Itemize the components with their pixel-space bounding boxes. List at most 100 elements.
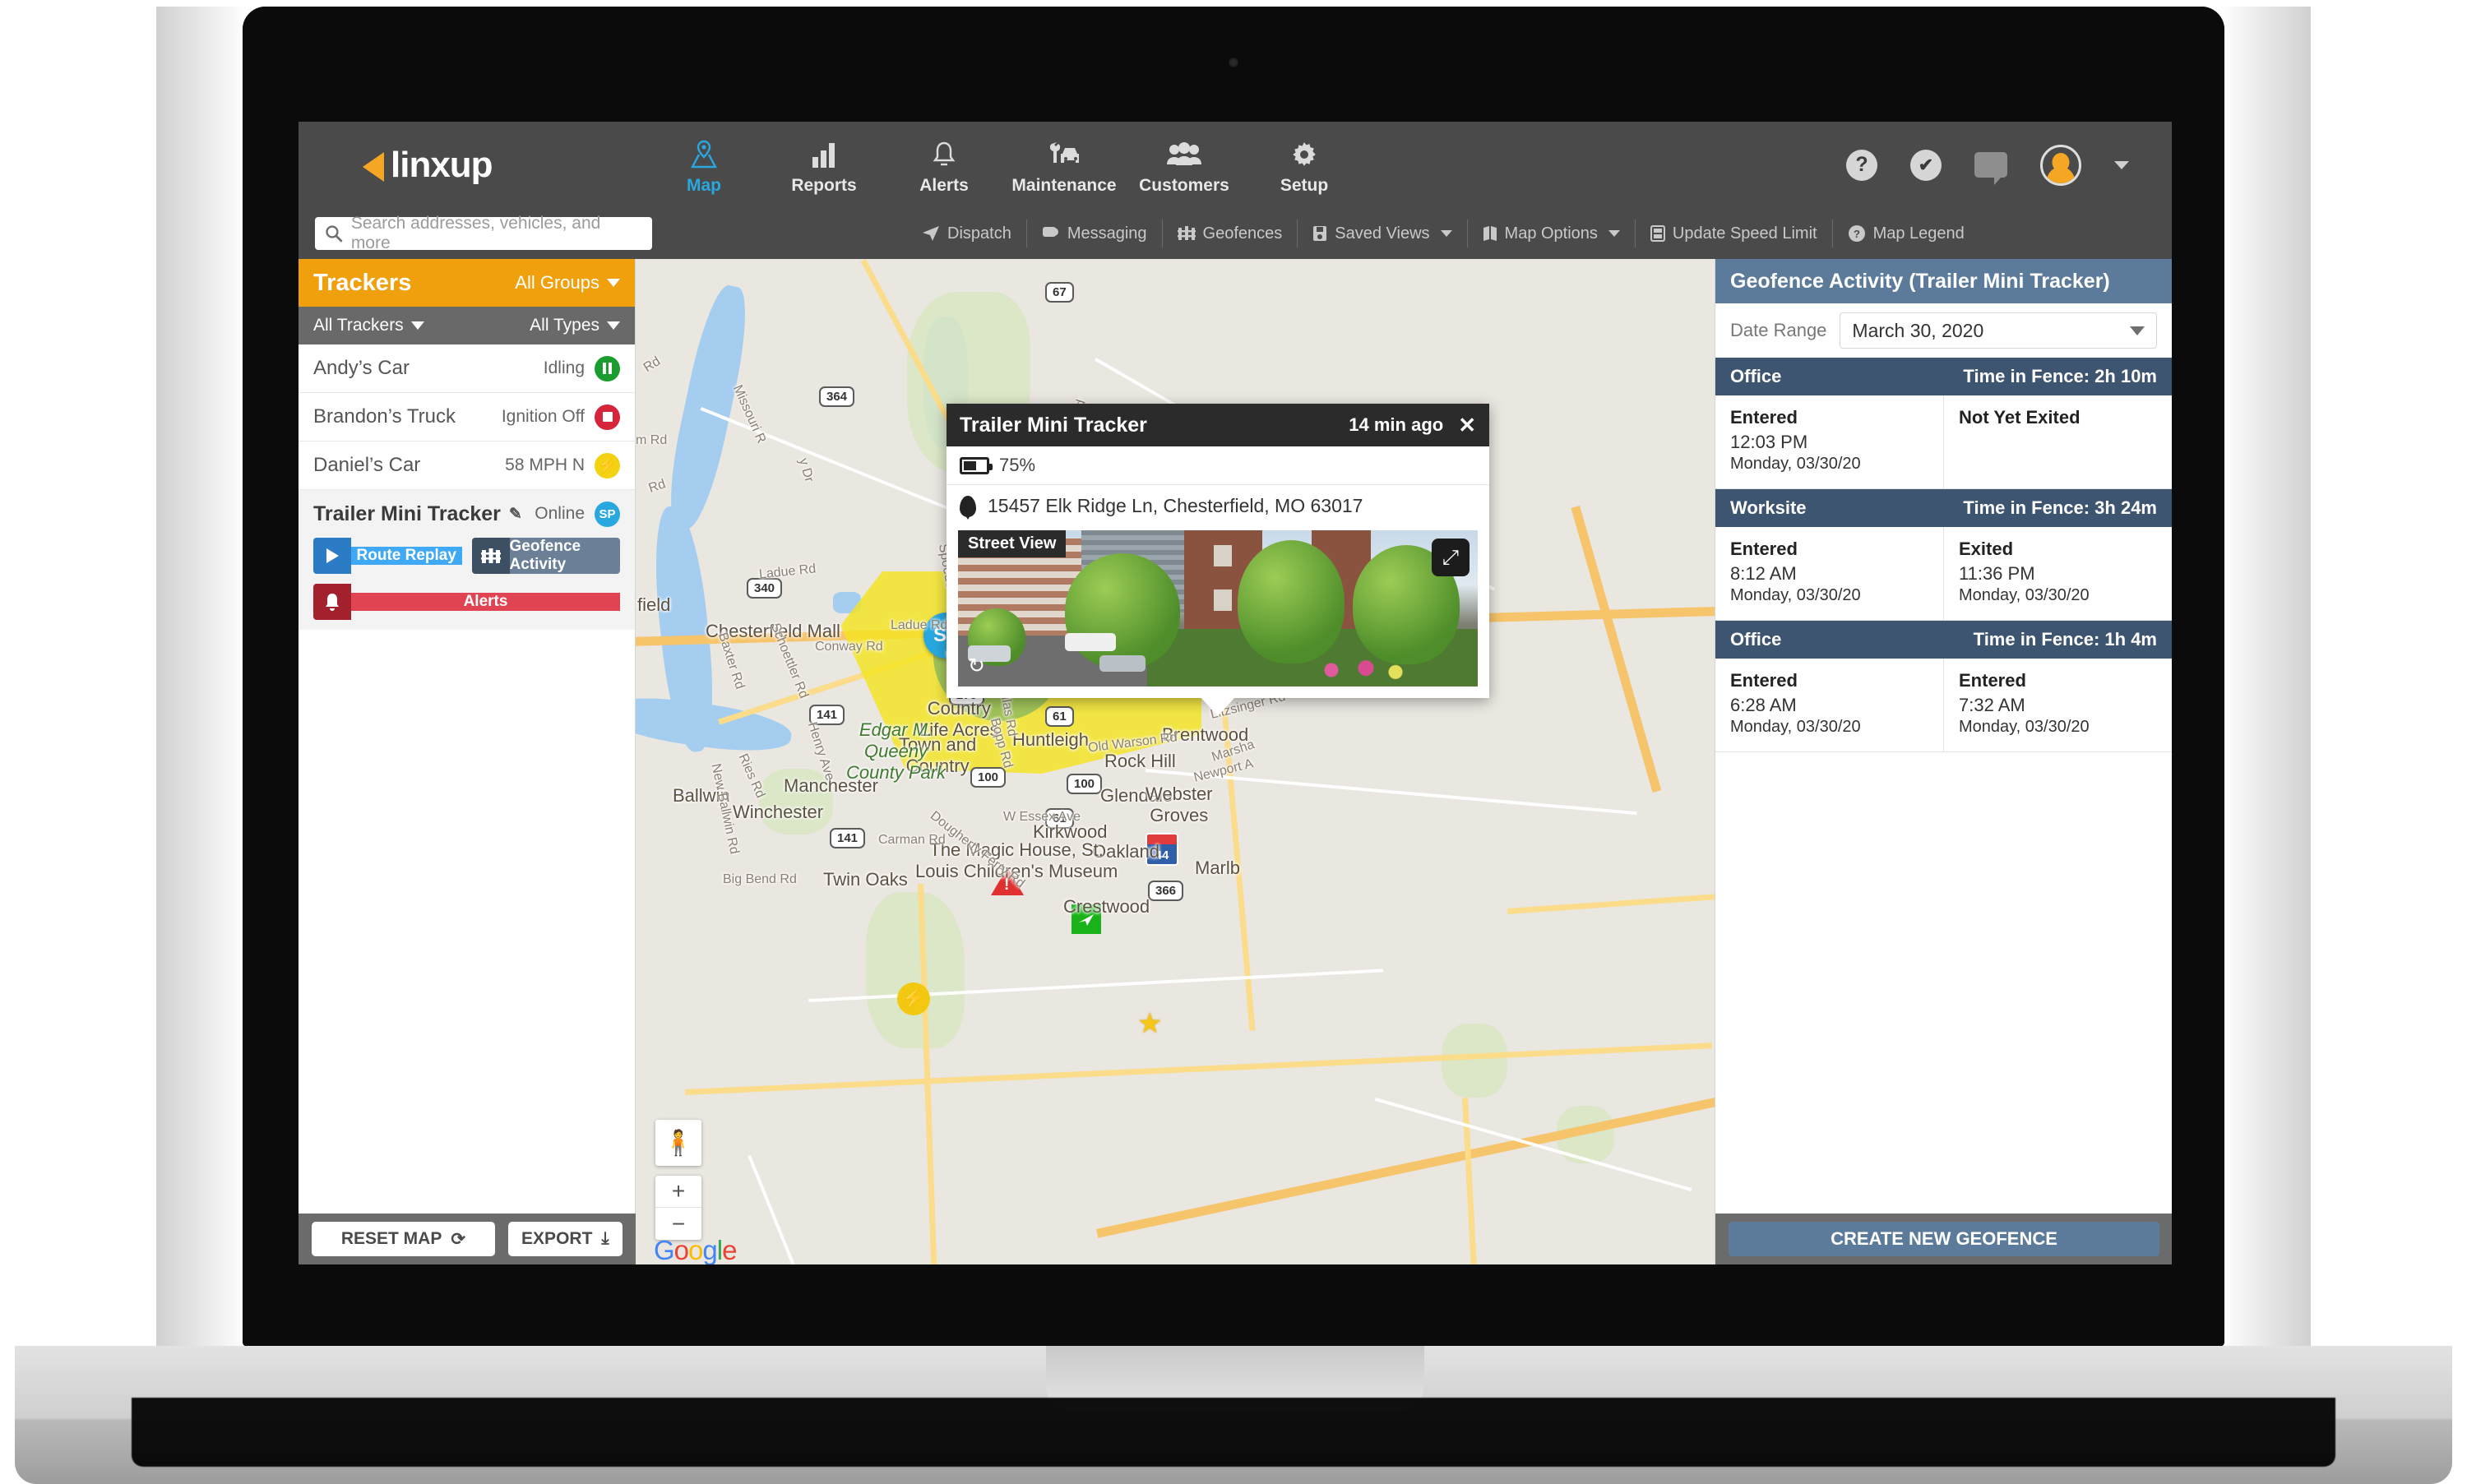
nav-item-reports-label: Reports (791, 175, 857, 195)
all-groups-dropdown[interactable]: All Groups (515, 272, 620, 294)
status-badge-idling (595, 355, 620, 381)
fence-name: Office (1730, 366, 1782, 386)
highway-shield-67: 67 (1045, 282, 1074, 303)
tool-messaging-label: Messaging (1067, 224, 1147, 243)
search-input[interactable]: Search addresses, vehicles, and more (315, 214, 652, 252)
zoom-controls[interactable]: + − (655, 1176, 701, 1240)
selected-tracker-status: Online (535, 504, 585, 523)
tool-geofences[interactable]: Geofences (1163, 220, 1298, 247)
fence-entry-cell: Entered 8:12 AM Monday, 03/30/20 (1715, 527, 1944, 620)
fence-entry-time: 6:28 AM (1730, 695, 1797, 715)
popup-address: 15457 Elk Ridge Ln, Chesterfield, MO 630… (988, 495, 1363, 516)
geofence-activity-button[interactable]: Geofence Activity (471, 538, 620, 574)
tool-messaging[interactable]: Messaging (1027, 220, 1163, 247)
list-item[interactable]: Andy’s Car Idling (299, 344, 635, 393)
top-navigation-bar: linxup Map Reports Alerts Maintenance Cu… (299, 122, 2172, 208)
nav-item-setup[interactable]: Setup (1244, 135, 1364, 196)
map-road-label-ladue-rd-2: Ladue Rd (891, 618, 948, 632)
tool-map-options[interactable]: Map Options (1468, 220, 1636, 247)
tracker-info-popup: Trailer Mini Tracker 14 min ago ✕ 75% 15… (947, 404, 1489, 716)
chevron-down-icon (607, 321, 620, 330)
tool-update-speed-limit[interactable]: Update Speed Limit (1636, 220, 1833, 247)
geofence-panel-header: Geofence Activity (Trailer Mini Tracker) (1715, 259, 2172, 303)
avatar[interactable] (2040, 144, 2081, 186)
help-icon[interactable]: ? (1846, 149, 1877, 181)
fence-entry-title: Entered (1730, 670, 1798, 691)
status-badge-online: SP (595, 501, 620, 527)
search-icon (326, 225, 343, 243)
map-label-crestwood: Crestwood (1063, 896, 1150, 917)
nav-item-map[interactable]: Map (644, 135, 764, 196)
app-screen: linxup Map Reports Alerts Maintenance Cu… (299, 122, 2172, 1264)
brand-logo[interactable]: linxup (363, 145, 634, 186)
zoom-in-button[interactable]: + (655, 1176, 701, 1208)
street-view-thumbnail[interactable]: Street View ⤢ ↻ (958, 530, 1478, 687)
pegman-icon[interactable]: 🧍 (655, 1120, 701, 1166)
star-marker-icon[interactable]: ★ (1137, 1007, 1162, 1040)
map-label-huntleigh: Huntleigh (1012, 729, 1089, 750)
fence-entry-date: Monday, 03/30/20 (1730, 718, 1861, 736)
geofence-panel-title: Geofence Activity (Trailer Mini Tracker) (1730, 269, 2110, 293)
chevron-down-icon (410, 321, 424, 330)
tool-dispatch-label: Dispatch (947, 224, 1011, 243)
selected-tracker-row[interactable]: Trailer Mini Tracker ✎ Online SP (299, 490, 635, 538)
map-park-generic-3 (1442, 1024, 1507, 1098)
geofence-panel-footer: CREATE NEW GEOFENCE (1715, 1214, 2172, 1264)
all-trackers-dropdown[interactable]: All Trackers (313, 316, 424, 335)
help-glyph: ? (1855, 153, 1868, 176)
list-item[interactable]: Daniel’s Car 58 MPH N ⚡ (299, 442, 635, 490)
chevron-down-icon (2130, 326, 2145, 335)
chevron-down-icon[interactable] (2114, 160, 2129, 169)
nav-item-maintenance[interactable]: Maintenance (1004, 135, 1124, 196)
reset-map-button[interactable]: RESET MAP ⟳ (312, 1222, 495, 1256)
tracker-status: Ignition Off (501, 407, 585, 426)
date-range-select[interactable]: March 30, 2020 (1840, 312, 2157, 349)
map-label-marlborough: Marlb (1195, 858, 1241, 878)
tracker-name: Andy’s Car (313, 357, 410, 379)
fence-time-in: Time in Fence: 1h 4m (1973, 629, 2157, 650)
list-item[interactable]: Brandon’s Truck Ignition Off (299, 393, 635, 442)
sv-flowers (1312, 660, 1410, 680)
route-replay-button[interactable]: Route Replay (313, 538, 462, 574)
fence-exit-date: Monday, 03/30/20 (1959, 718, 2090, 736)
tool-map-legend[interactable]: ? Map Legend (1833, 220, 1979, 247)
map-canvas[interactable]: SP ⚡ ★ 364 340 67 170 64 270 141 141 100… (636, 259, 1715, 1264)
map-fold-icon (1483, 225, 1497, 242)
search-placeholder: Search addresses, vehicles, and more (350, 214, 601, 252)
close-icon[interactable]: ✕ (1458, 413, 1476, 438)
map-label-queeny-park: Edgar M. Queeny County Park (846, 719, 947, 783)
map-park-queeny (866, 892, 965, 1048)
pegman-compass-icon[interactable]: ↻ (968, 654, 985, 678)
alerts-button[interactable]: Alerts (313, 584, 620, 620)
avatar-body (2047, 166, 2075, 183)
nav-item-reports[interactable]: Reports (764, 135, 884, 196)
create-new-geofence-button[interactable]: CREATE NEW GEOFENCE (1729, 1222, 2159, 1256)
fence-entry-time: 8:12 AM (1730, 563, 1797, 584)
check-icon[interactable]: ✔ (1910, 149, 1942, 181)
fence-icon (1177, 225, 1196, 242)
tool-update-speed-limit-label: Update Speed Limit (1672, 224, 1817, 243)
nav-item-customers[interactable]: Customers (1124, 135, 1244, 196)
nav-item-alerts[interactable]: Alerts (884, 135, 1004, 196)
fence-exit-cell: Not Yet Exited (1944, 395, 2172, 488)
pencil-icon[interactable]: ✎ (509, 505, 522, 524)
all-types-dropdown[interactable]: All Types (530, 316, 620, 335)
fence-exit-title: Entered (1959, 670, 2026, 691)
battery-percent: 75% (999, 455, 1036, 475)
tool-saved-views[interactable]: Saved Views (1298, 220, 1468, 247)
speed-sign-icon (1650, 225, 1665, 242)
tool-dispatch[interactable]: Dispatch (907, 220, 1027, 247)
chat-icon[interactable] (1974, 152, 2007, 185)
top-right-actions: ? ✔ (1846, 122, 2129, 208)
search-toolbar: Search addresses, vehicles, and more Dis… (299, 208, 2172, 259)
export-button[interactable]: EXPORT ⤓ (507, 1222, 623, 1256)
tracker-name: Brandon’s Truck (313, 405, 456, 428)
expand-arrows-icon[interactable]: ⤢ (1432, 539, 1470, 576)
fence-entry-date: Monday, 03/30/20 (1730, 586, 1861, 604)
moving-vehicle-marker-icon[interactable]: ⚡ (897, 982, 930, 1015)
laptop-mockup: linxup Map Reports Alerts Maintenance Cu… (0, 0, 2467, 1484)
save-disk-icon (1312, 225, 1327, 242)
selected-tracker-actions: Route Replay Geofence Activity (299, 538, 635, 574)
check-glyph: ✔ (1918, 154, 1934, 175)
geofence-activity-label: Geofence Activity (509, 538, 620, 574)
